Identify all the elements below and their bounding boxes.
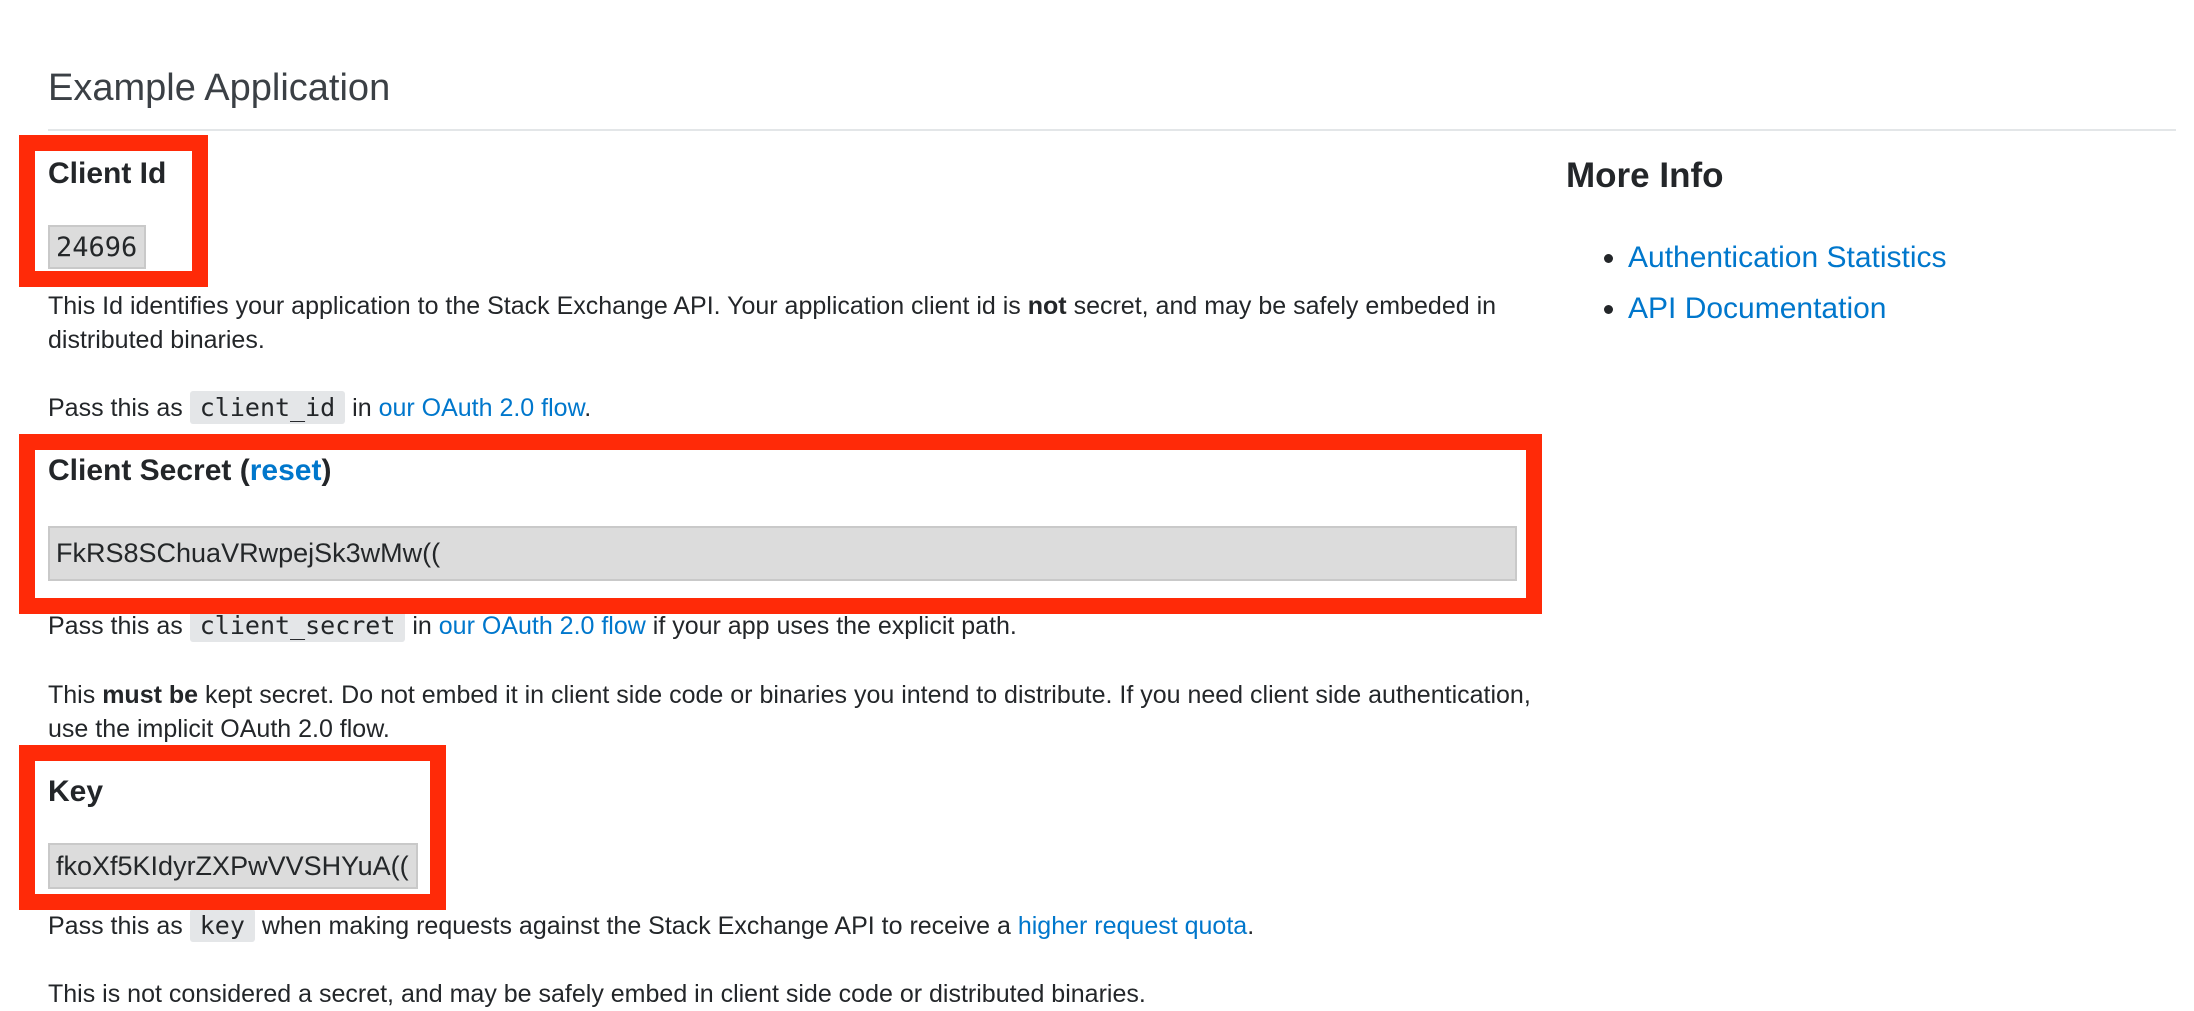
client-id-description: This Id identifies your application to t…	[48, 292, 1497, 354]
oauth-flow-link[interactable]: our OAuth 2.0 flow	[379, 394, 585, 422]
oauth-flow-link-2[interactable]: our OAuth 2.0 flow	[439, 612, 646, 640]
client-secret-text: FkRS8SChuaVRwpejSk3wMw((	[56, 538, 441, 568]
client-secret-value[interactable]: FkRS8SChuaVRwpejSk3wMw((	[48, 526, 1517, 581]
key-param: key	[189, 909, 255, 942]
more-info-item: Authentication Statistics	[1628, 232, 1947, 283]
client-id-value[interactable]: 24696	[48, 225, 146, 269]
key-text: fkoXf5KIdyrZXPwVVSHYuA((	[56, 850, 409, 881]
client-secret-label: Client Secret (reset)	[48, 454, 332, 487]
more-info-list: Authentication Statistics API Documentat…	[1566, 232, 1947, 334]
reset-secret-link[interactable]: reset	[250, 454, 322, 487]
title-divider	[48, 129, 2176, 131]
higher-quota-link[interactable]: higher request quota	[1018, 912, 1247, 940]
client-id-param: client_id	[189, 391, 346, 424]
more-info-item: API Documentation	[1628, 283, 1947, 334]
client-id-usage: Pass this as client_id in our OAuth 2.0 …	[48, 391, 592, 424]
key-note: This is not considered a secret, and may…	[48, 980, 1146, 1008]
key-label: Key	[48, 775, 104, 808]
client-id-text: 24696	[56, 231, 138, 263]
more-info-title: More Info	[1566, 156, 1724, 195]
api-documentation-link[interactable]: API Documentation	[1628, 292, 1886, 325]
page-title: Example Application	[48, 67, 391, 109]
authentication-statistics-link[interactable]: Authentication Statistics	[1628, 241, 1947, 274]
key-usage: Pass this as key when making requests ag…	[48, 909, 1255, 942]
client-secret-warning: This must be kept secret. Do not embed i…	[48, 681, 1531, 743]
client-id-label: Client Id	[48, 157, 167, 190]
client-secret-param: client_secret	[189, 609, 406, 642]
key-value[interactable]: fkoXf5KIdyrZXPwVVSHYuA((	[48, 843, 418, 889]
client-secret-usage: Pass this as client_secret in our OAuth …	[48, 609, 1017, 642]
